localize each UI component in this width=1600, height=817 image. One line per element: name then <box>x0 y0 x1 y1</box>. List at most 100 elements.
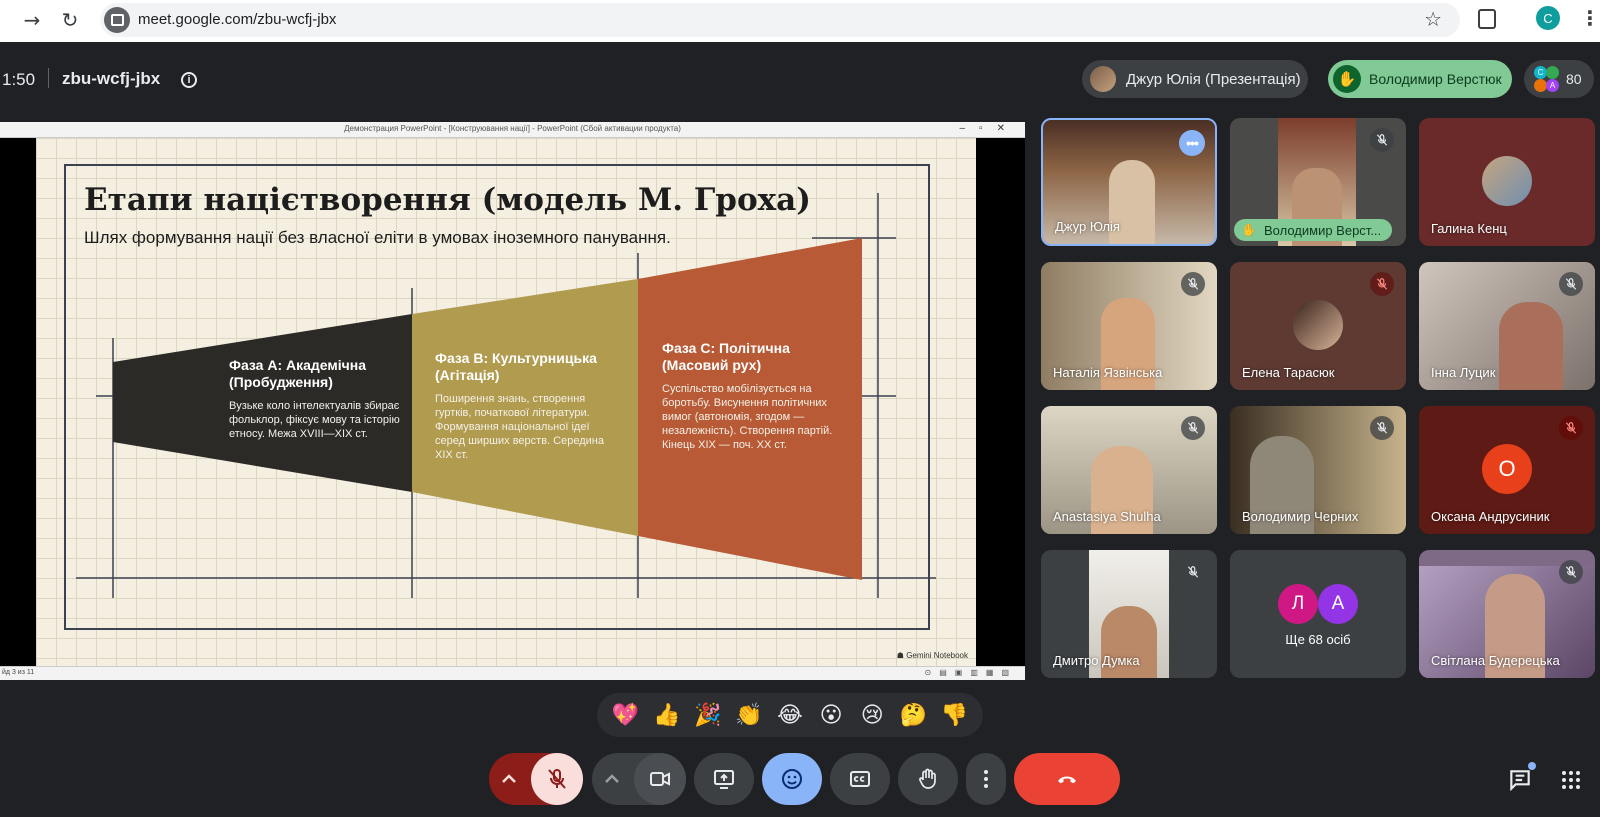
mic-control-group <box>489 753 583 805</box>
activities-button[interactable] <box>1555 764 1587 796</box>
participants-chip[interactable]: C A 80 <box>1524 60 1594 98</box>
slide-subtitle: Шлях формування нації без власної еліти … <box>84 228 671 247</box>
chat-button[interactable] <box>1504 762 1536 796</box>
ppt-window-titlebar: Демонстрация PowerPoint - [Конструювання… <box>0 122 1025 138</box>
reaction-thumbs-up[interactable]: 👍 <box>649 697 685 733</box>
participant-letter-avatar: О <box>1482 444 1532 494</box>
reaction-surprised[interactable]: 😮 <box>813 697 849 733</box>
raise-hand-button[interactable] <box>898 753 958 805</box>
participant-tile[interactable]: Інна Луцик <box>1419 262 1595 390</box>
chat-icon <box>1510 770 1530 792</box>
extensions-icon[interactable] <box>1478 9 1496 29</box>
participant-name: Галина Кенц <box>1431 221 1507 236</box>
presenter-chip-label: Джур Юлія (Презентація) <box>1126 70 1301 88</box>
emoji-smile-icon <box>782 769 802 789</box>
camera-toggle-button[interactable] <box>634 753 686 805</box>
captions-icon <box>850 771 870 787</box>
participant-avatar <box>1293 300 1343 350</box>
raised-hand-chip[interactable]: ✋ Володимир Верстюк <box>1328 60 1512 98</box>
reaction-party[interactable]: 🎉 <box>690 697 726 733</box>
more-vert-icon <box>984 770 988 788</box>
participant-tile[interactable]: О Оксана Андрусиник <box>1419 406 1595 534</box>
participant-tile[interactable]: Світлана Будерецька <box>1419 550 1595 678</box>
chat-notification-dot <box>1528 762 1536 770</box>
address-bar[interactable]: meet.google.com/zbu-wcfj-jbx ☆ <box>100 3 1460 37</box>
mic-off-icon <box>1370 128 1394 152</box>
meeting-code: zbu-wcfj-jbx <box>62 69 161 88</box>
reaction-thinking[interactable]: 🤔 <box>895 697 931 733</box>
participant-tile[interactable]: ✋ Володимир Верст... <box>1230 118 1406 246</box>
present-screen-button[interactable] <box>694 753 754 805</box>
video-person <box>1499 302 1563 390</box>
phase-c-title: Фаза C: Політична (Масовий рух) <box>662 340 790 373</box>
captions-button[interactable] <box>830 753 890 805</box>
slide: Етапи націєтворення (модель М. Гроха) Шл… <box>36 138 976 666</box>
reactions-bar: 💖 👍 🎉 👏 😂 😮 😢 🤔 👎 <box>597 693 983 737</box>
raised-hand-icon: ✋ <box>1333 65 1361 93</box>
back-arrow-icon[interactable]: → <box>18 6 46 34</box>
bookmark-star-icon[interactable]: ☆ <box>1424 7 1442 31</box>
reaction-laugh[interactable]: 😂 <box>772 697 808 733</box>
participant-name: Володимир Верст... <box>1264 222 1382 238</box>
more-participants-tile[interactable]: Л А Ще 68 осіб <box>1230 550 1406 678</box>
profile-avatar[interactable]: C <box>1536 6 1560 30</box>
emoji-reactions-button[interactable] <box>762 753 822 805</box>
camera-options-chevron-icon[interactable] <box>600 767 624 791</box>
presenter-chip[interactable]: Джур Юлія (Презентація) <box>1082 60 1308 98</box>
mini-avatar-a: A <box>1546 79 1559 92</box>
leave-call-button[interactable] <box>1014 753 1120 805</box>
participant-name: Джур Юлія <box>1055 219 1120 234</box>
phase-a-text: Фаза A: Академічна (Пробудження) Вузьке … <box>229 357 405 441</box>
reaction-sad[interactable]: 😢 <box>854 697 890 733</box>
ppt-view-icons: ⊙▤▣▥▦▧ <box>924 668 1017 677</box>
more-options-button[interactable] <box>966 753 1006 805</box>
participant-letter-avatar: А <box>1318 584 1358 624</box>
participant-tile[interactable]: Наталія Язвінська <box>1041 262 1217 390</box>
mic-off-icon <box>1559 272 1583 296</box>
more-participants-label: Ще 68 осіб <box>1285 632 1351 647</box>
slide-counter: йд 3 из 11 <box>2 669 35 676</box>
reaction-clap[interactable]: 👏 <box>731 697 767 733</box>
participant-name: Оксана Андрусиник <box>1431 509 1550 524</box>
mic-off-icon <box>1370 272 1394 296</box>
raised-hand-icon: ✋ <box>1241 223 1257 237</box>
mic-toggle-button[interactable] <box>531 753 583 805</box>
phase-c-text: Фаза C: Політична (Масовий рух) Суспільс… <box>662 340 848 452</box>
url-text[interactable]: meet.google.com/zbu-wcfj-jbx <box>138 11 336 28</box>
participant-tile[interactable]: ••• Джур Юлія <box>1041 118 1217 246</box>
participant-tile[interactable]: Anastasiya Shulha <box>1041 406 1217 534</box>
mic-off-icon <box>1181 272 1205 296</box>
mic-options-chevron-icon[interactable] <box>497 767 521 791</box>
participant-name: Дмитро Думка <box>1053 653 1140 668</box>
mic-off-icon <box>548 768 566 789</box>
raised-hand-name: Володимир Верстюк <box>1369 71 1502 87</box>
participant-avatar <box>1482 156 1532 206</box>
participant-tile[interactable]: Дмитро Думка <box>1041 550 1217 678</box>
present-screen-icon <box>714 770 734 789</box>
meeting-info-icon[interactable]: i <box>181 72 197 88</box>
meeting-clock: 1:50 <box>2 70 36 89</box>
participant-tile[interactable]: Володимир Черних <box>1230 406 1406 534</box>
meeting-header: 1:50 zbu-wcfj-jbx i Джур Юлія (Презентац… <box>0 42 1600 118</box>
raise-hand-icon <box>919 768 936 789</box>
browser-menu-icon[interactable]: ⋮ <box>1580 6 1600 30</box>
more-options-icon[interactable]: ••• <box>1179 130 1205 156</box>
participant-name: Наталія Язвінська <box>1053 365 1163 380</box>
camera-control-group <box>592 753 686 805</box>
reload-icon[interactable]: ↻ <box>56 6 84 34</box>
participant-name: Інна Луцик <box>1431 365 1496 380</box>
mic-off-icon <box>1559 560 1583 584</box>
ppt-window-controls: –▫✕ <box>959 123 1019 134</box>
reaction-sparkling-heart[interactable]: 💖 <box>608 697 644 733</box>
participant-tile[interactable]: Галина Кенц <box>1419 118 1595 246</box>
phase-a-body: Вузьке коло інтелектуалів збирає фолькло… <box>229 400 400 440</box>
reaction-thumbs-down[interactable]: 👎 <box>936 697 972 733</box>
presenter-avatar <box>1090 66 1116 92</box>
hang-up-icon <box>1058 776 1076 784</box>
site-info-icon[interactable] <box>104 7 130 33</box>
presentation-stage: Демонстрация PowerPoint - [Конструювання… <box>0 122 1025 680</box>
camera-icon <box>650 772 670 786</box>
mic-off-icon <box>1181 560 1205 584</box>
ppt-window-title: Демонстрация PowerPoint - [Конструювання… <box>344 124 681 133</box>
participant-tile[interactable]: Елена Тарасюк <box>1230 262 1406 390</box>
